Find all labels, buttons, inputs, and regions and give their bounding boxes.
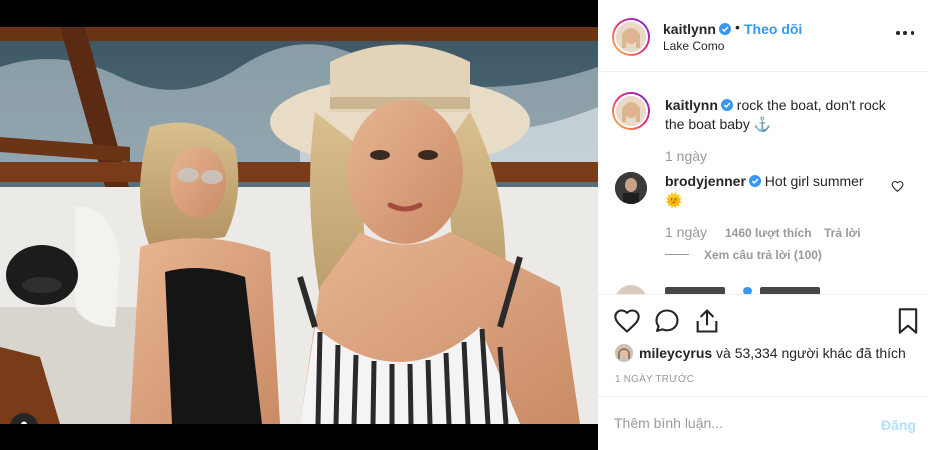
comment-like-heart-icon[interactable] <box>891 180 904 193</box>
comments-list[interactable]: kaitlynn rock the boat, don't rock the b… <box>598 72 928 294</box>
caption-username[interactable]: kaitlynn <box>665 97 718 113</box>
header-separator: • <box>735 19 740 35</box>
comment-input[interactable] <box>614 415 864 431</box>
likes-summary: mileycyrus và 53,334 người khác đã thích <box>615 344 906 362</box>
liker-avatar[interactable] <box>615 344 633 362</box>
next-comment-avatar[interactable] <box>615 285 647 294</box>
author-username-text[interactable]: kaitlynn <box>663 21 716 37</box>
post-comment-button[interactable]: Đăng <box>881 417 916 433</box>
post-photo[interactable] <box>0 27 598 424</box>
next-comment-text-placeholder <box>760 287 820 294</box>
share-upload-icon[interactable] <box>693 307 721 335</box>
post-location[interactable]: Lake Como <box>663 39 724 53</box>
photo-illustration <box>0 27 598 424</box>
post-side-panel: kaitlynn • Theo dõi Lake Como kaitlynn r… <box>598 0 928 450</box>
caption-text-block: kaitlynn rock the boat, don't rock the b… <box>665 96 905 134</box>
caption-avatar[interactable] <box>612 92 650 130</box>
verified-badge-icon <box>720 99 733 111</box>
avatar-image <box>615 344 633 362</box>
comment-reply-button[interactable]: Trả lời <box>824 226 861 240</box>
view-replies-button[interactable]: Xem câu trả lời (100) <box>704 248 822 262</box>
verified-badge-icon <box>748 175 761 187</box>
comment-text: Hot girl summer <box>764 173 864 189</box>
comment-username[interactable]: brodyjenner <box>665 173 746 189</box>
comment-emoji: 🌞 <box>665 192 683 208</box>
next-comment-verified-placeholder <box>743 287 752 294</box>
caption-time[interactable]: 1 ngày <box>665 148 707 164</box>
avatar-image <box>616 22 646 52</box>
post-header: kaitlynn • Theo dõi Lake Como <box>598 0 928 72</box>
instagram-post-modal: kaitlynn • Theo dõi Lake Como kaitlynn r… <box>0 0 928 450</box>
more-options-icon[interactable] <box>896 24 914 42</box>
author-username[interactable]: kaitlynn <box>663 21 731 37</box>
next-comment-username-placeholder <box>665 287 725 294</box>
comment-avatar[interactable] <box>615 172 647 204</box>
add-comment-bar: Đăng <box>598 396 928 450</box>
liker-username[interactable]: mileycyrus <box>639 345 712 361</box>
avatar-image <box>615 172 647 204</box>
avatar-image <box>616 96 646 126</box>
comment-like-count[interactable]: 1460 lượt thích <box>725 226 812 240</box>
comment-text-block: brodyjenner Hot girl summer 🌞 <box>665 172 885 210</box>
follow-button[interactable]: Theo dõi <box>744 21 802 37</box>
comment-bubble-icon[interactable] <box>653 307 681 335</box>
verified-badge-icon <box>718 23 731 35</box>
save-bookmark-icon[interactable] <box>894 307 922 335</box>
comment-time[interactable]: 1 ngày <box>665 224 707 240</box>
person-icon <box>21 421 27 424</box>
author-avatar[interactable] <box>612 18 650 56</box>
like-heart-icon[interactable] <box>613 307 641 335</box>
likes-count-text[interactable]: và 53,334 người khác đã thích <box>712 345 906 361</box>
post-timestamp[interactable]: 1 NGÀY TRƯỚC <box>615 374 694 385</box>
replies-divider-line <box>665 254 689 255</box>
